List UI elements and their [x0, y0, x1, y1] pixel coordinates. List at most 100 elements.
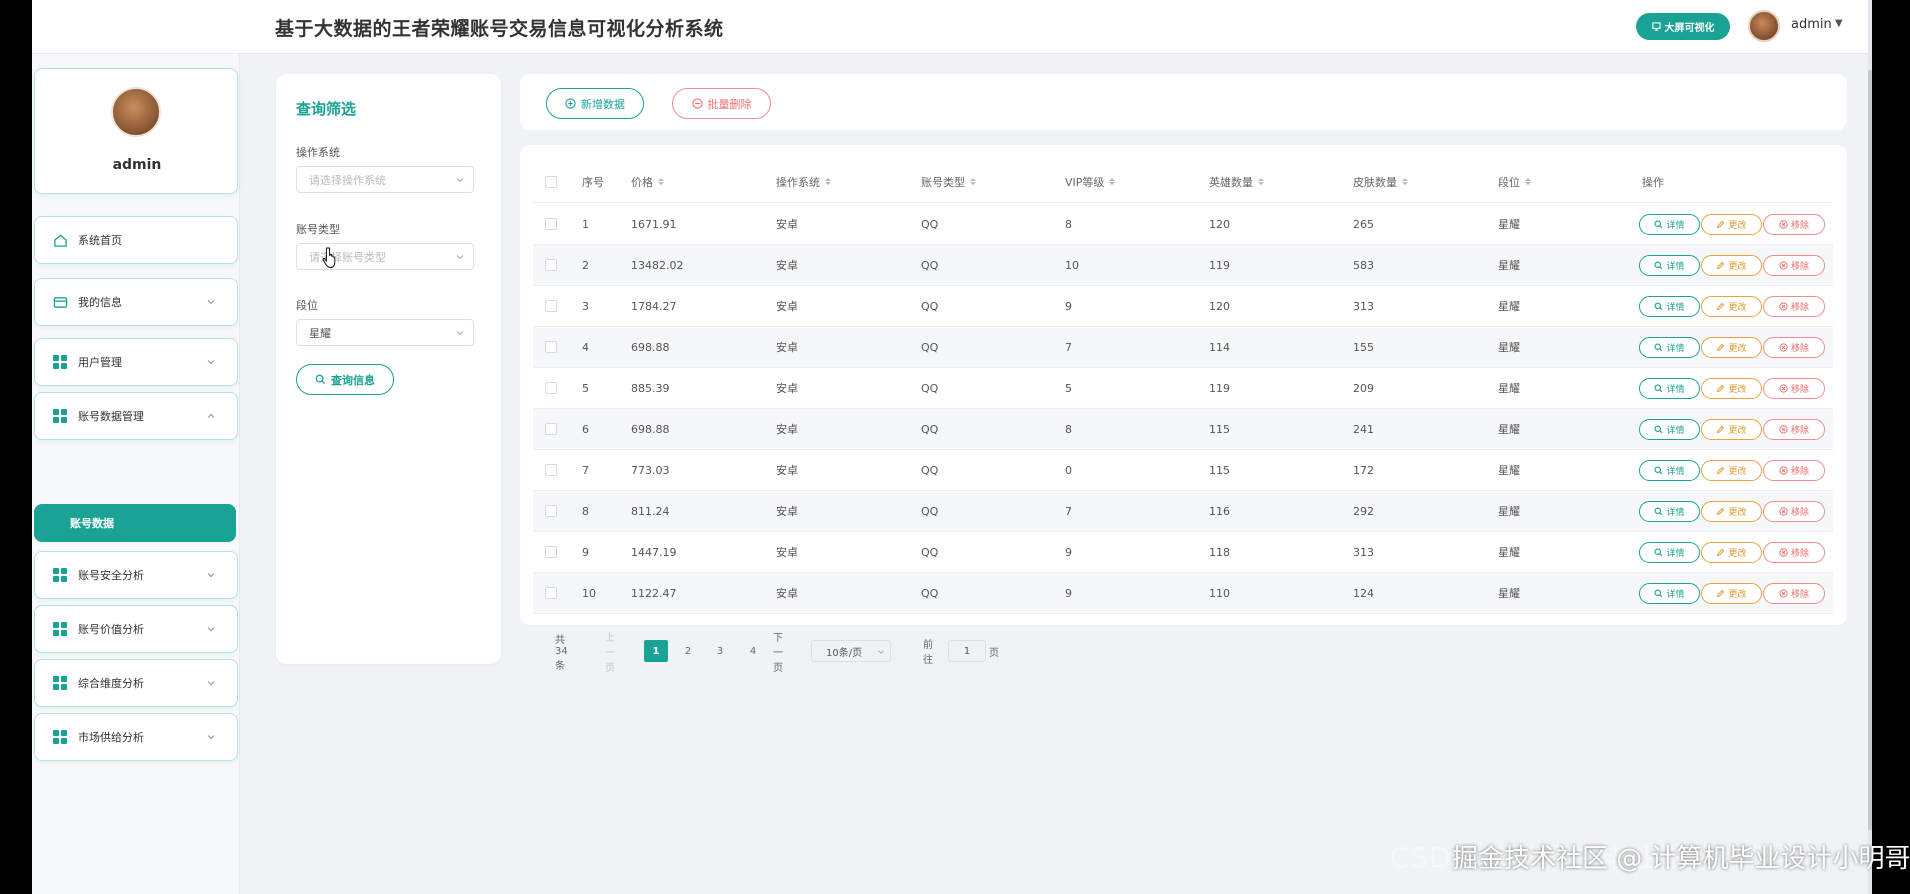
detail-button-label: 详情 — [1666, 508, 1685, 518]
chevron-down-icon — [207, 300, 215, 305]
goto-page-input[interactable]: 1 — [948, 640, 986, 662]
row-checkbox[interactable] — [545, 300, 557, 312]
avatar[interactable] — [1748, 10, 1780, 42]
detail-button[interactable]: 详情 — [1639, 337, 1700, 358]
caret-down-icon[interactable]: ▼ — [1835, 18, 1843, 29]
top-username[interactable]: admin — [1791, 17, 1832, 32]
sort-icon[interactable] — [1402, 178, 1408, 185]
edit-button[interactable]: 更改 — [1701, 214, 1762, 235]
detail-button[interactable]: 详情 — [1639, 378, 1700, 399]
header-cell[interactable]: 操作系统 — [776, 159, 831, 202]
rank-select[interactable]: 星耀 — [296, 319, 474, 346]
remove-button[interactable]: 移除 — [1763, 583, 1825, 604]
total-count: 共 34 条 — [555, 634, 568, 672]
header-cell[interactable]: 账号类型 — [921, 159, 976, 202]
page-2[interactable]: 2 — [676, 640, 700, 662]
sort-icon[interactable] — [1525, 178, 1531, 185]
detail-button[interactable]: 详情 — [1639, 460, 1700, 481]
row-checkbox[interactable] — [545, 546, 557, 558]
sort-icon[interactable] — [1109, 178, 1116, 185]
table-cell: 星耀 — [1498, 218, 1520, 231]
detail-button[interactable]: 详情 — [1639, 419, 1700, 440]
remove-button[interactable]: 移除 — [1763, 542, 1825, 563]
edit-button[interactable]: 更改 — [1701, 542, 1762, 563]
table-cell: 星耀 — [1498, 546, 1520, 559]
detail-button[interactable]: 详情 — [1639, 583, 1700, 604]
header-cell[interactable]: 价格 — [631, 159, 664, 202]
row-checkbox[interactable] — [545, 218, 557, 230]
scrollbar-thumb[interactable] — [1868, 70, 1872, 830]
page-1[interactable]: 1 — [644, 640, 668, 662]
sidebar-item-account-value-analysis[interactable]: 账号价值分析 — [34, 605, 238, 653]
header-cell[interactable]: 段位 — [1498, 159, 1531, 202]
table-cell: QQ — [921, 381, 939, 395]
table-row: 1 1671.91 安卓 QQ 8 120 265 星耀 详情 更改 移除 — [533, 204, 1833, 245]
add-data-button[interactable]: 新增数据 — [546, 88, 644, 119]
row-checkbox[interactable] — [545, 587, 557, 599]
detail-button-label: 详情 — [1666, 590, 1685, 600]
row-checkbox[interactable] — [545, 341, 557, 353]
table-cell: 292 — [1353, 504, 1374, 518]
sidebar-item-account-security-analysis[interactable]: 账号安全分析 — [34, 551, 238, 599]
remove-button[interactable]: 移除 — [1763, 255, 1825, 276]
next-page-button[interactable]: 下一页 — [773, 633, 783, 674]
row-checkbox[interactable] — [545, 382, 557, 394]
sidebar-item-home[interactable]: 系统首页 — [34, 216, 238, 264]
prev-page-button[interactable]: 上一页 — [605, 633, 615, 674]
edit-button[interactable]: 更改 — [1701, 460, 1762, 481]
query-button[interactable]: 查询信息 — [296, 364, 394, 395]
detail-button[interactable]: 详情 — [1639, 542, 1700, 563]
table-cell: QQ — [921, 422, 939, 436]
edit-button[interactable]: 更改 — [1701, 501, 1762, 522]
edit-button[interactable]: 更改 — [1701, 419, 1762, 440]
header-cell[interactable]: VIP等级 — [1065, 159, 1116, 202]
sidebar-item-account-data[interactable]: 账号数据 — [34, 504, 236, 542]
select-all-checkbox[interactable] — [545, 175, 557, 188]
edit-button[interactable]: 更改 — [1701, 583, 1762, 604]
vertical-scrollbar[interactable] — [1868, 0, 1872, 894]
page-size-select[interactable]: 10条/页 — [811, 640, 891, 662]
table-cell: 安卓 — [776, 546, 798, 559]
remove-button[interactable]: 移除 — [1763, 378, 1825, 399]
sidebar-item-comprehensive-analysis[interactable]: 综合维度分析 — [34, 659, 238, 707]
sidebar-item-account-data-management[interactable]: 账号数据管理 — [34, 392, 238, 440]
header-cell[interactable]: 英雄数量 — [1209, 159, 1264, 202]
remove-button[interactable]: 移除 — [1763, 460, 1825, 481]
header-cell[interactable]: 皮肤数量 — [1353, 159, 1408, 202]
detail-button[interactable]: 详情 — [1639, 501, 1700, 522]
table-cell: 7 — [1065, 340, 1072, 354]
detail-button[interactable]: 详情 — [1639, 255, 1700, 276]
page-4[interactable]: 4 — [741, 640, 765, 662]
edit-button[interactable]: 更改 — [1701, 378, 1762, 399]
bigscreen-button[interactable]: 大屏可视化 — [1636, 13, 1730, 40]
remove-button[interactable]: 移除 — [1763, 337, 1825, 358]
detail-button[interactable]: 详情 — [1639, 214, 1700, 235]
remove-button[interactable]: 移除 — [1763, 419, 1825, 440]
profile-name: admin — [112, 157, 162, 173]
row-checkbox[interactable] — [545, 464, 557, 476]
remove-button[interactable]: 移除 — [1763, 214, 1825, 235]
os-select[interactable]: 请选择操作系统 — [296, 166, 474, 193]
row-checkbox[interactable] — [545, 505, 557, 517]
batch-delete-button[interactable]: 批量删除 — [672, 88, 771, 119]
sort-icon[interactable] — [970, 178, 976, 185]
row-checkbox[interactable] — [545, 259, 557, 271]
detail-button[interactable]: 详情 — [1639, 296, 1700, 317]
remove-button[interactable]: 移除 — [1763, 296, 1825, 317]
page-3[interactable]: 3 — [708, 640, 732, 662]
sidebar-item-label: 用户管理 — [78, 356, 122, 369]
sidebar-item-my-info[interactable]: 我的信息 — [34, 278, 238, 326]
sidebar-item-market-supply-analysis[interactable]: 市场供给分析 — [34, 713, 238, 761]
sidebar-item-user-management[interactable]: 用户管理 — [34, 338, 238, 386]
edit-button[interactable]: 更改 — [1701, 296, 1762, 317]
sort-icon[interactable] — [825, 178, 831, 185]
table-cell: 698.88 — [631, 340, 670, 354]
edit-button-label: 更改 — [1728, 221, 1747, 231]
sort-icon[interactable] — [658, 178, 664, 185]
edit-button[interactable]: 更改 — [1701, 255, 1762, 276]
edit-button[interactable]: 更改 — [1701, 337, 1762, 358]
row-checkbox[interactable] — [545, 423, 557, 435]
remove-button[interactable]: 移除 — [1763, 501, 1825, 522]
table-cell: 773.03 — [631, 463, 670, 477]
sort-icon[interactable] — [1258, 178, 1264, 185]
